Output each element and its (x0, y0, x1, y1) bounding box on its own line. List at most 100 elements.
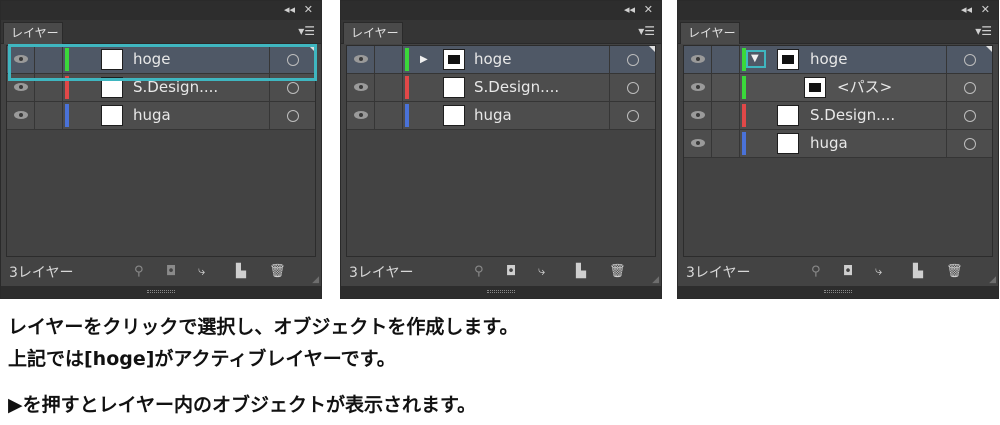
layer-name: S.Design.... (810, 106, 896, 124)
layer-thumbnail (101, 105, 123, 126)
expand-triangle-icon[interactable]: ▶ (420, 54, 428, 66)
trash-icon[interactable]: 🗑 (946, 264, 963, 280)
create-sublayer-icon[interactable]: ⤷ (875, 264, 882, 280)
drag-grip-icon[interactable] (487, 290, 515, 293)
layer-list: ▼ hoge <パス> S.Design.... huga (683, 45, 993, 257)
panel-title-bar: ◂◂ ✕ (678, 1, 998, 20)
lock-toggle[interactable] (375, 46, 403, 73)
panel-menu-icon[interactable]: ▾☰ (638, 24, 655, 38)
target-circle-icon[interactable] (287, 110, 299, 122)
layer-count: 3レイヤー (9, 265, 74, 281)
panel-menu-icon[interactable]: ▾☰ (975, 24, 992, 38)
panel-title-bar: ◂◂ ✕ (1, 1, 321, 20)
expand-toggle[interactable]: ▼ (746, 50, 766, 68)
target-cell[interactable] (946, 102, 992, 129)
target-circle-icon[interactable] (964, 138, 976, 150)
make-clipping-mask-icon[interactable]: ◘ (843, 264, 853, 280)
search-icon[interactable]: ⚲ (811, 264, 821, 280)
new-layer-icon[interactable]: ▙ (576, 264, 586, 280)
close-icon[interactable]: ✕ (981, 3, 990, 17)
resize-grip-icon[interactable]: ◢ (652, 275, 659, 285)
visibility-toggle[interactable] (684, 102, 712, 129)
layer-thumbnail (443, 49, 465, 70)
panel-footer: 3レイヤー ⚲ ◘ ⤷ ▙ 🗑 (341, 258, 661, 288)
target-cell[interactable] (609, 74, 655, 101)
panel-bottom-bar (678, 286, 998, 298)
visibility-toggle[interactable] (347, 46, 375, 73)
lock-toggle[interactable] (375, 74, 403, 101)
layer-color-swatch (742, 76, 746, 99)
layer-count: 3レイヤー (686, 265, 751, 281)
lock-toggle[interactable] (712, 74, 740, 101)
visibility-toggle[interactable] (684, 130, 712, 157)
search-icon[interactable]: ⚲ (474, 264, 484, 280)
tab-layers[interactable]: レイヤー (3, 22, 63, 44)
lock-toggle[interactable] (712, 46, 740, 73)
resize-grip-icon[interactable]: ◢ (312, 275, 319, 285)
collapse-triangle-icon: ▼ (751, 53, 759, 64)
create-sublayer-icon[interactable]: ⤷ (538, 264, 545, 280)
eye-icon (354, 83, 368, 91)
target-circle-icon[interactable] (287, 82, 299, 94)
layer-row[interactable]: ▶ hoge (347, 46, 655, 74)
target-cell[interactable] (946, 74, 992, 101)
layer-name: huga (810, 134, 848, 152)
layer-row[interactable]: ▼ hoge (684, 46, 992, 74)
layer-thumbnail (777, 133, 799, 154)
selection-corner-icon (986, 46, 992, 52)
create-sublayer-icon[interactable]: ⤷ (198, 264, 205, 280)
tab-row: レイヤー ▾☰ (1, 20, 321, 44)
lock-toggle[interactable] (35, 102, 63, 129)
layer-row[interactable]: huga (347, 102, 655, 130)
drag-grip-icon[interactable] (147, 290, 175, 293)
layer-name: hoge (474, 50, 512, 68)
make-clipping-mask-icon[interactable]: ◘ (506, 264, 516, 280)
visibility-toggle[interactable] (684, 46, 712, 73)
drag-grip-icon[interactable] (824, 290, 852, 293)
lock-toggle[interactable] (375, 102, 403, 129)
caption-line: 上記では[hoge]がアクティブレイヤーです。 (8, 348, 396, 370)
target-circle-icon[interactable] (964, 110, 976, 122)
tab-layers[interactable]: レイヤー (680, 22, 740, 44)
resize-grip-icon[interactable]: ◢ (989, 275, 996, 285)
trash-icon[interactable]: 🗑 (609, 264, 626, 280)
lock-toggle[interactable] (712, 102, 740, 129)
selection-highlight (8, 44, 317, 81)
collapse-icon[interactable]: ◂◂ (284, 3, 295, 17)
search-icon[interactable]: ⚲ (134, 264, 144, 280)
target-cell[interactable] (269, 102, 315, 129)
close-icon[interactable]: ✕ (304, 3, 313, 17)
layers-panel-2: ◂◂ ✕ レイヤー ▾☰ ▶ hoge S.Design.... huga 3レ… (340, 0, 662, 299)
layer-row[interactable]: S.Design.... (347, 74, 655, 102)
new-layer-icon[interactable]: ▙ (913, 264, 923, 280)
target-circle-icon[interactable] (964, 54, 976, 66)
layer-row[interactable]: S.Design.... (684, 102, 992, 130)
collapse-icon[interactable]: ◂◂ (961, 3, 972, 17)
target-circle-icon[interactable] (964, 82, 976, 94)
close-icon[interactable]: ✕ (644, 3, 653, 17)
target-circle-icon[interactable] (627, 110, 639, 122)
visibility-toggle[interactable] (347, 102, 375, 129)
layer-thumbnail (443, 105, 465, 126)
panel-footer: 3レイヤー ⚲ ◘ ⤷ ▙ 🗑 (1, 258, 321, 288)
make-clipping-mask-icon[interactable]: ◘ (166, 264, 176, 280)
layer-row[interactable]: huga (684, 130, 992, 158)
sublayer-row[interactable]: <パス> (684, 74, 992, 102)
layer-name: huga (474, 106, 512, 124)
visibility-toggle[interactable] (7, 102, 35, 129)
visibility-toggle[interactable] (684, 74, 712, 101)
visibility-toggle[interactable] (347, 74, 375, 101)
panel-menu-icon[interactable]: ▾☰ (298, 24, 315, 38)
collapse-icon[interactable]: ◂◂ (624, 3, 635, 17)
target-circle-icon[interactable] (627, 54, 639, 66)
target-cell[interactable] (946, 130, 992, 157)
trash-icon[interactable]: 🗑 (269, 264, 286, 280)
layer-color-swatch (405, 76, 409, 99)
lock-toggle[interactable] (712, 130, 740, 157)
layer-thumbnail (777, 105, 799, 126)
layer-row[interactable]: huga (7, 102, 315, 130)
new-layer-icon[interactable]: ▙ (236, 264, 246, 280)
target-cell[interactable] (609, 102, 655, 129)
target-circle-icon[interactable] (627, 82, 639, 94)
tab-layers[interactable]: レイヤー (343, 22, 403, 44)
